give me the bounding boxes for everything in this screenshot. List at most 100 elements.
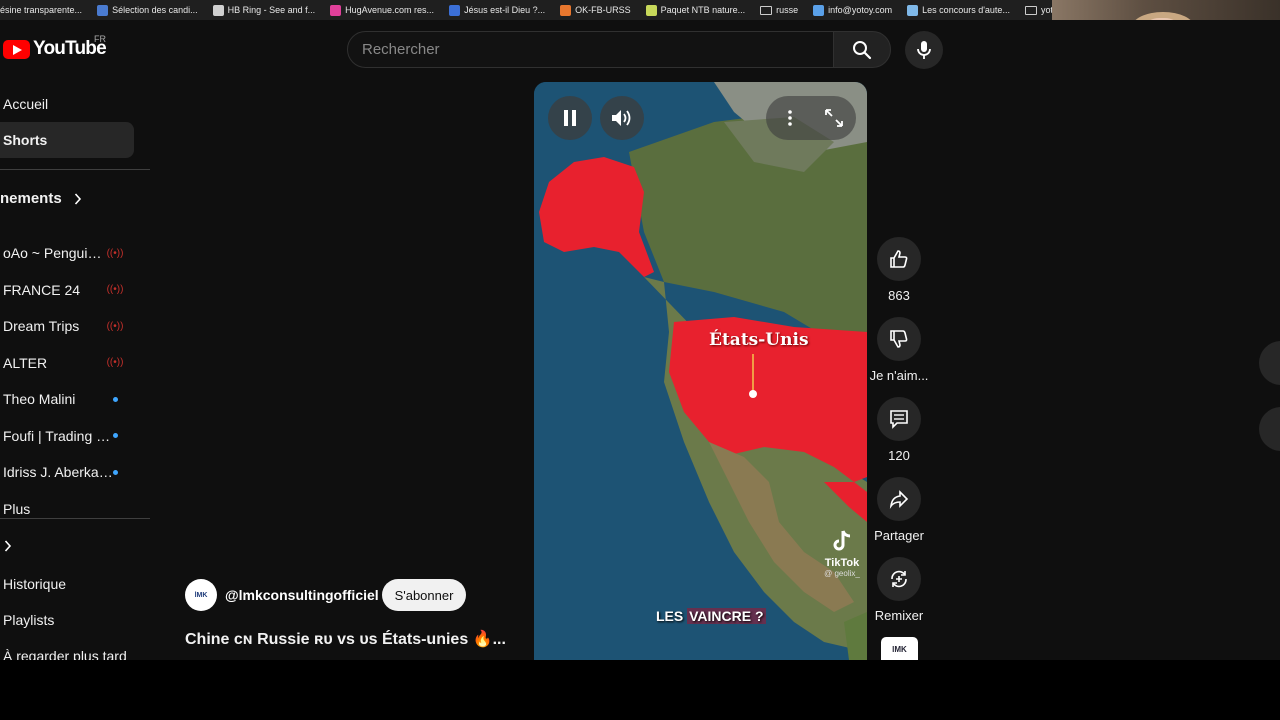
search-button[interactable] [833,31,891,68]
subscriptions-heading[interactable]: nements [0,190,82,207]
search-input[interactable] [348,32,833,67]
shorts-video-player[interactable]: États-Unis TikTok @ geolix_ LES VAINCRE … [534,82,867,660]
expand-icon [825,109,843,127]
bookmarks-bar: ésine transparente... Sélection des candi… [0,0,1052,20]
sidebar-item-shorts[interactable]: Shorts [0,122,134,158]
you-heading[interactable] [4,540,12,552]
chevron-right-icon [74,192,81,205]
comment-action: 120 [864,397,934,463]
video-title[interactable]: Chine ᴄɴ Russie ʀᴜ vs ᴜs États-unies 🔥..… [185,629,506,649]
new-content-dot [113,433,118,438]
fullscreen-button[interactable] [812,96,856,140]
screen-bottom-bar [0,660,1280,720]
more-vertical-icon [788,110,792,126]
channel-avatar[interactable]: lMK [185,579,217,611]
volume-icon [612,110,631,126]
remix-label: Remixer [874,608,924,623]
channel-avatar-text: lMK [194,591,208,599]
bookmark-label: info@yotoy.com [828,5,893,15]
sidebar-subscription-item[interactable]: FRANCE 24 ((•)) [0,272,134,308]
remix-icon [891,570,907,588]
folder-icon [1024,5,1037,15]
youtube-play-icon [3,39,30,59]
sound-avatar[interactable]: lMK [881,637,918,660]
previous-short-button[interactable] [1259,341,1280,385]
bookmark-item[interactable]: Sélection des candi... [89,4,205,16]
bookmark-item[interactable]: Jésus est-il Dieu ?... [441,4,552,16]
share-action: Partager [864,477,934,543]
subscribe-button[interactable]: S'abonner [382,579,466,611]
subscription-label: Foufi | Trading & ... [3,427,113,444]
divider [0,518,150,519]
subscription-label: oAo ~ Penguin J... [3,245,106,261]
bookmark-label: yotoy [1040,5,1052,15]
remix-button[interactable] [877,557,921,601]
bookmark-label: Sélection des candi... [112,5,198,15]
caption-highlight: VAINCRE ? [687,608,766,624]
dislike-label: Je n'aim... [869,368,929,383]
like-count: 863 [888,288,910,303]
dislike-button[interactable] [877,317,921,361]
sidebar-item-label: Shorts [3,132,48,148]
like-button[interactable] [877,237,921,281]
subscription-label: Theo Malini [3,391,76,407]
comments-button[interactable] [877,397,921,441]
more-options-button[interactable] [768,96,812,140]
bookmark-label: OK-FB-URSS [575,5,631,15]
live-icon: ((•)) [106,284,124,295]
sidebar-item-label: Playlists [3,612,55,628]
sidebar-item-label: À regarder plus tard [3,648,127,660]
tiktok-icon [833,530,851,551]
sidebar-item-home[interactable]: Accueil [0,86,134,122]
sidebar-item-playlists[interactable]: Playlists [0,602,134,638]
next-short-button[interactable] [1259,407,1280,451]
favicon-icon [813,4,825,16]
bookmark-item[interactable]: HugAvenue.com res... [322,4,441,16]
live-icon: ((•)) [106,357,124,368]
pause-button[interactable] [548,96,592,140]
divider [0,169,150,170]
share-button[interactable] [877,477,921,521]
chevron-right-icon [4,540,12,552]
bookmark-item[interactable]: HB Ring - See and f... [205,4,323,16]
subscription-label: Plus [3,500,31,517]
subscription-label: Idriss J. Aberkane [3,464,113,480]
sidebar-subscription-item[interactable]: ALTER ((•)) [0,345,134,381]
search-box [347,31,834,68]
bookmark-item[interactable]: info@yotoy.com [805,4,899,16]
youtube-logo[interactable]: YouTube FR [3,34,107,60]
sidebar-item-watch-later[interactable]: À regarder plus tard [0,638,134,660]
sidebar-subscription-item[interactable]: Plus [0,491,134,527]
bookmark-item[interactable]: russe [752,5,805,15]
sidebar-subscription-item[interactable]: Foufi | Trading & ... [0,418,134,454]
sidebar-subscription-item[interactable]: Dream Trips ((•)) [0,308,134,344]
tiktok-name: TikTok [824,557,860,569]
bookmark-item[interactable]: yotoy [1017,5,1052,15]
thumbs-up-icon [890,250,908,268]
volume-button[interactable] [600,96,644,140]
bookmark-item[interactable]: OK-FB-URSS [552,4,638,16]
favicon-icon [97,4,109,16]
country-code: FR [94,34,106,44]
caption-text: LES [656,608,688,624]
thumbs-down-icon [890,330,908,348]
video-caption: LES VAINCRE ? [656,608,766,624]
channel-name[interactable]: @lmkconsultingofficiel [225,587,379,603]
bookmark-label: Paquet NTB nature... [660,5,746,15]
share-icon [889,490,909,509]
bookmark-item[interactable]: Paquet NTB nature... [638,4,753,16]
bookmark-item[interactable]: Les concours d'aute... [899,4,1017,16]
favicon-icon [449,4,461,16]
sidebar-subscription-item[interactable]: Idriss J. Aberkane [0,454,134,490]
favicon-icon [212,4,224,16]
subscriptions-heading-label: nements [0,190,62,207]
bookmark-label: Jésus est-il Dieu ?... [464,5,546,15]
youtube-page: YouTube FR Accueil Shorts nements oAo ~ … [0,20,1280,660]
sidebar-item-history[interactable]: Historique [0,566,134,602]
sidebar-subscription-item[interactable]: oAo ~ Penguin J...((•)) [0,235,134,271]
subscription-label: FRANCE 24 [3,281,81,298]
voice-search-button[interactable] [905,31,943,69]
bookmark-item[interactable]: ésine transparente... [0,5,89,15]
sidebar-subscription-item[interactable]: Theo Malini [0,381,134,417]
tiktok-watermark: TikTok @ geolix_ [820,530,864,578]
